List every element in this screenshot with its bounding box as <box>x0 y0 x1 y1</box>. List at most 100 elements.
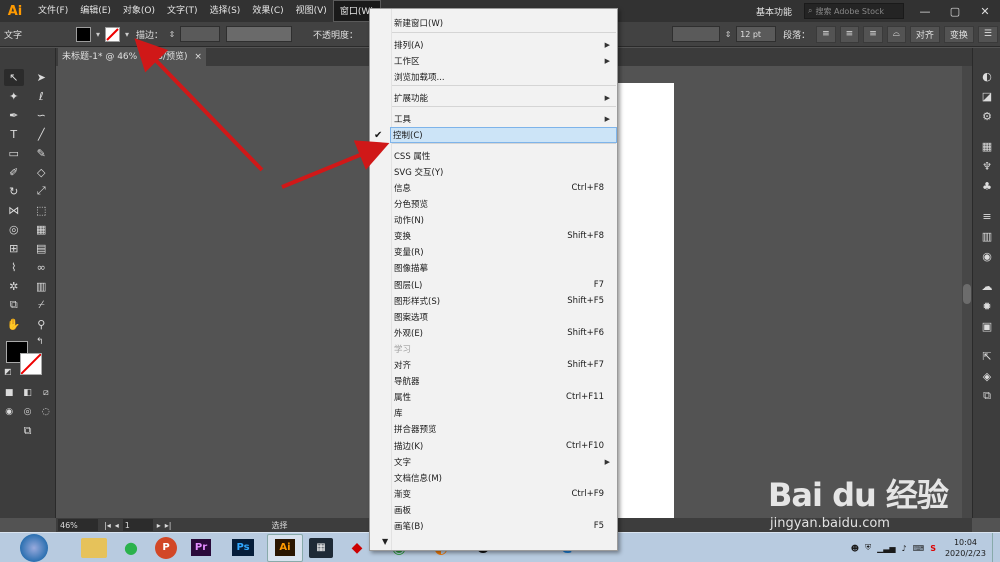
graphic-styles-icon[interactable]: ▣ <box>973 316 1000 336</box>
tray-network-icon[interactable]: ▁▃▅ <box>877 544 895 553</box>
window-menu-item[interactable]: 新建窗口(W) <box>392 15 616 31</box>
powerpoint-icon[interactable]: P <box>155 536 177 559</box>
maximize-button[interactable]: ▢ <box>940 0 970 22</box>
screen-mode-icon[interactable]: ⧉ <box>18 423 38 440</box>
photoshop-icon[interactable]: Ps <box>225 534 261 562</box>
draw-inside-icon[interactable]: ◌ <box>37 404 55 421</box>
transparency-panel-icon[interactable]: ◉ <box>973 246 1000 266</box>
zoom-tool-icon[interactable]: ⚲ <box>31 316 51 333</box>
lasso-tool-icon[interactable]: ℓ <box>31 88 51 105</box>
chevron-down-icon[interactable]: ▾ <box>122 30 132 39</box>
perspective-grid-tool-icon[interactable]: ▦ <box>31 221 51 238</box>
window-menu-item[interactable]: 变量(R) <box>392 244 616 260</box>
curvature-tool-icon[interactable]: ∽ <box>31 107 51 124</box>
layers-panel-icon[interactable]: ◈ <box>973 366 1000 386</box>
close-window-button[interactable]: ✕ <box>970 0 1000 22</box>
artboard-tool-icon[interactable]: ⧉ <box>4 297 24 314</box>
window-menu-item[interactable]: 图案选项 <box>392 309 616 325</box>
scroll-down-arrow-icon[interactable]: ▼ <box>382 537 388 546</box>
menu-edit[interactable]: 编辑(E) <box>74 0 117 22</box>
menu-object[interactable]: 对象(O) <box>117 0 161 22</box>
window-menu-item[interactable]: 对齐 Shift+F7 <box>392 357 616 373</box>
window-menu-item[interactable]: 描边(K) Ctrl+F10 <box>392 438 616 454</box>
color-panel-icon[interactable]: ◐ <box>973 66 1000 86</box>
artboards-panel-icon[interactable]: ⧉ <box>973 386 1000 406</box>
stroke-panel-icon[interactable]: ≡ <box>973 206 1000 226</box>
window-menu-item[interactable]: 库 <box>392 405 616 421</box>
slice-tool-icon[interactable]: ⌿ <box>31 297 51 314</box>
first-page-icon[interactable]: |◂ <box>104 521 111 530</box>
page-number-field[interactable]: 1 <box>122 519 153 531</box>
symbols-panel-icon[interactable]: ♣ <box>973 176 1000 196</box>
font-size-input[interactable]: 12 pt <box>736 26 777 42</box>
window-menu-item[interactable]: 变换 Shift+F8 <box>392 228 616 244</box>
paintbrush-tool-icon[interactable]: ✎ <box>31 145 51 162</box>
gradient-mode-icon[interactable]: ◧ <box>18 385 36 402</box>
warp-icon[interactable]: ⌓ <box>886 25 906 43</box>
wechat-icon[interactable]: ● <box>113 534 149 562</box>
gradient-tool-icon[interactable]: ▤ <box>31 240 51 257</box>
window-menu-item[interactable]: 浏览加载项... <box>392 69 616 85</box>
menu-icon[interactable]: ☰ <box>977 25 998 43</box>
next-page-icon[interactable]: ▸ <box>157 521 161 530</box>
last-page-icon[interactable]: ▸| <box>165 521 172 530</box>
transform-button[interactable]: 变换 <box>943 25 974 43</box>
menu-effect[interactable]: 效果(C) <box>246 0 289 22</box>
stroke-profile-dropdown[interactable] <box>226 26 293 42</box>
stroke-weight-input[interactable] <box>180 26 221 42</box>
fill-swatch[interactable] <box>76 26 91 42</box>
chevron-down-icon[interactable]: ▾ <box>93 30 103 39</box>
stroke-swatch[interactable] <box>105 26 120 42</box>
mesh-tool-icon[interactable]: ⊞ <box>4 240 24 257</box>
window-menu-item[interactable]: 动作(N) <box>392 212 616 228</box>
window-menu-item[interactable]: SVG 交互(Y) <box>392 164 616 180</box>
prev-page-icon[interactable]: ◂ <box>115 521 119 530</box>
free-transform-tool-icon[interactable]: ⬚ <box>31 202 51 219</box>
draw-normal-icon[interactable]: ◉ <box>0 404 18 421</box>
color-themes-icon[interactable]: ⚙ <box>973 106 1000 126</box>
blend-tool-icon[interactable]: ∞ <box>31 259 51 276</box>
window-menu-item[interactable]: 信息 Ctrl+F8 <box>392 180 616 196</box>
stroke-color-swatch[interactable] <box>20 353 42 375</box>
menu-type[interactable]: 文字(T) <box>161 0 204 22</box>
tray-ime-icon[interactable]: S <box>930 544 936 553</box>
magic-wand-tool-icon[interactable]: ✦ <box>4 88 24 105</box>
window-menu-item[interactable]: ✔ 控制(C) <box>374 127 617 143</box>
minimize-button[interactable]: — <box>910 0 940 22</box>
window-menu-item[interactable]: 渐变 Ctrl+F9 <box>392 486 616 502</box>
window-menu-item[interactable]: 图层(L) F7 <box>392 277 616 293</box>
swap-icon[interactable]: ↰ <box>36 337 44 347</box>
default-colors-icon[interactable]: ◩ <box>4 367 12 376</box>
pen-tool-icon[interactable]: ✒ <box>4 107 24 124</box>
artboard[interactable] <box>617 83 674 520</box>
draw-behind-icon[interactable]: ◎ <box>18 404 36 421</box>
align-button[interactable]: 对齐 <box>909 25 940 43</box>
illustrator-taskbar-icon[interactable]: Ai <box>267 533 303 562</box>
window-menu-item[interactable]: 拼合器预览 <box>392 421 616 437</box>
color-guide-icon[interactable]: ◪ <box>973 86 1000 106</box>
window-menu-item[interactable]: 工具 ▶ <box>392 111 616 127</box>
start-button[interactable] <box>20 533 48 562</box>
workspace-switcher[interactable]: 基本功能 <box>750 5 798 18</box>
clock[interactable]: 10:04 2020/2/23 <box>939 537 992 559</box>
tray-security-icon[interactable]: ⛨ <box>865 543 871 553</box>
window-menu-item[interactable]: 属性 Ctrl+F11 <box>392 389 616 405</box>
shaper-tool-icon[interactable]: ✐ <box>4 164 24 181</box>
direct-selection-tool-icon[interactable]: ➤ <box>31 69 51 86</box>
tray-keyboard-icon[interactable]: ⌨ <box>913 544 925 553</box>
width-tool-icon[interactable]: ⋈ <box>4 202 24 219</box>
none-mode-icon[interactable]: ⧄ <box>37 385 55 402</box>
window-menu-item[interactable]: 图像描摹 <box>392 260 616 276</box>
line-tool-icon[interactable]: ╱ <box>31 126 51 143</box>
window-menu-item[interactable]: 排列(A) ▶ <box>392 37 616 53</box>
menu-view[interactable]: 视图(V) <box>290 0 333 22</box>
selection-tool-icon[interactable]: ↖ <box>3 68 24 86</box>
window-menu-item[interactable]: 工作区 ▶ <box>392 53 616 69</box>
scrollbar-thumb[interactable] <box>963 284 971 304</box>
graph-tool-icon[interactable]: ▥ <box>31 278 51 295</box>
stock-search-input[interactable]: ⌕ 搜索 Adobe Stock <box>804 3 904 19</box>
export-panel-icon[interactable]: ⇱ <box>973 346 1000 366</box>
shape-builder-tool-icon[interactable]: ◎ <box>4 221 24 238</box>
window-menu-item[interactable]: 文档信息(M) <box>392 470 616 486</box>
align-right-icon[interactable]: ≡ <box>863 25 883 43</box>
